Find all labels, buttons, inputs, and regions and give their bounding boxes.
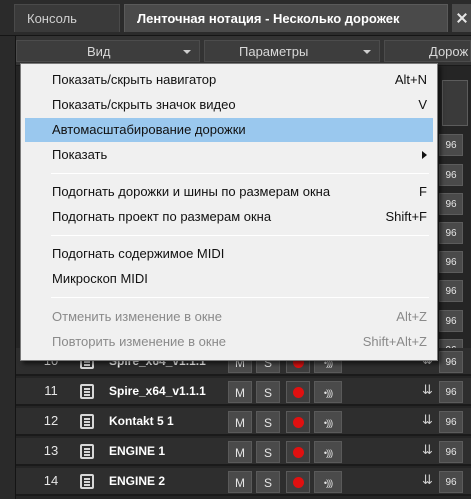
velocity-value[interactable]: 96	[439, 441, 463, 463]
menu-item-label: Подогнать содержимое MIDI	[52, 246, 225, 261]
menu-item-label: Отменить изменение в окне	[52, 309, 222, 324]
velocity-value[interactable]: 96	[439, 164, 463, 186]
menu-item-label: Показать/скрыть значок видео	[52, 97, 236, 112]
input-echo-button[interactable]: •)))	[314, 381, 342, 403]
view-dropdown-menu: Показать/скрыть навигатор Alt+N Показать…	[20, 63, 438, 361]
velocity-value[interactable]: 96	[439, 351, 463, 373]
track-row[interactable]: 11 Spire_x64_v1.1.1 M S •))) ⇊ 96	[16, 378, 471, 406]
solo-button[interactable]: S	[256, 471, 280, 493]
menu-separator	[51, 235, 429, 236]
chevron-down-icon	[363, 50, 371, 54]
menu-item-shortcut: Alt+Z	[396, 309, 427, 324]
instrument-track-icon	[80, 384, 94, 399]
instrument-track-icon	[80, 474, 94, 489]
chevron-right-icon	[422, 151, 427, 159]
expand-icon[interactable]: ⇊	[422, 382, 433, 398]
chevron-down-icon	[183, 50, 191, 54]
view-menubar: Вид Параметры Дорож	[0, 36, 471, 66]
close-icon[interactable]	[452, 4, 471, 32]
menu-item-label: Показать/скрыть навигатор	[52, 72, 217, 87]
menu-item-show[interactable]: Показать	[25, 143, 433, 167]
solo-button[interactable]: S	[256, 441, 280, 463]
input-echo-button[interactable]: •)))	[314, 471, 342, 493]
velocity-value[interactable]: 96	[439, 251, 463, 273]
menu-tracks-label: Дорож	[429, 44, 469, 59]
track-number: 11	[44, 383, 58, 398]
tab-piano-roll[interactable]: Ленточная нотация - Несколько дорожек	[124, 4, 448, 32]
menu-item-fit-midi[interactable]: Подогнать содержимое MIDI	[25, 242, 433, 266]
expand-icon[interactable]: ⇊	[422, 472, 433, 488]
track-number: 12	[43, 413, 59, 428]
menu-item-auto-track-zoom[interactable]: Автомасштабирование дорожки	[25, 118, 433, 142]
velocity-value[interactable]: 96	[439, 471, 463, 493]
expand-icon[interactable]: ⇊	[422, 412, 433, 428]
velocity-value[interactable]: 96	[439, 280, 463, 302]
track-number: 14	[43, 473, 59, 488]
record-arm-button[interactable]	[286, 411, 310, 433]
menu-separator	[51, 297, 429, 298]
expand-icon[interactable]: ⇊	[422, 442, 433, 458]
mute-button[interactable]: M	[228, 411, 252, 433]
menu-item-label: Микроскоп MIDI	[52, 271, 148, 286]
track-row[interactable]: 14 ENGINE 2 M S •))) ⇊ 96	[16, 468, 471, 496]
menu-item-midi-microscope[interactable]: Микроскоп MIDI	[25, 267, 433, 291]
menu-item-redo-view-change[interactable]: Повторить изменение в окне Shift+Alt+Z	[25, 330, 433, 354]
menu-item-toggle-video-thumbnail[interactable]: Показать/скрыть значок видео V	[25, 93, 433, 117]
menu-item-label: Показать	[52, 147, 108, 162]
velocity-value[interactable]: 96	[439, 134, 463, 156]
solo-button[interactable]: S	[256, 411, 280, 433]
input-echo-button[interactable]: •)))	[314, 411, 342, 433]
menu-item-shortcut: Alt+N	[394, 72, 427, 87]
record-arm-button[interactable]	[286, 381, 310, 403]
menu-item-fit-tracks[interactable]: Подогнать дорожки и шины по размерам окн…	[25, 180, 433, 204]
record-arm-button[interactable]	[286, 441, 310, 463]
left-strip	[0, 36, 16, 499]
instrument-track-icon	[80, 414, 94, 429]
menu-item-toggle-navigator[interactable]: Показать/скрыть навигатор Alt+N	[25, 68, 433, 92]
menu-item-shortcut: V	[418, 97, 427, 112]
menu-tracks[interactable]: Дорож	[384, 40, 471, 62]
track-name[interactable]: ENGINE 2	[109, 474, 165, 488]
track-name[interactable]: Kontakt 5 1	[109, 414, 174, 428]
mute-button[interactable]: M	[228, 381, 252, 403]
mute-button[interactable]: M	[228, 471, 252, 493]
velocity-value[interactable]: 96	[439, 193, 463, 215]
menu-item-label: Подогнать дорожки и шины по размерам окн…	[52, 184, 331, 199]
menu-item-shortcut: Shift+Alt+Z	[362, 334, 427, 349]
track-name[interactable]: ENGINE 1	[109, 444, 165, 458]
menu-item-label: Автомасштабирование дорожки	[52, 122, 246, 137]
menu-item-label: Повторить изменение в окне	[52, 334, 226, 349]
tab-bar: Консоль Ленточная нотация - Несколько до…	[0, 0, 471, 36]
menu-view[interactable]: Вид	[16, 40, 200, 62]
velocity-value[interactable]: 96	[439, 411, 463, 433]
menu-params[interactable]: Параметры	[204, 40, 380, 62]
menu-params-label: Параметры	[239, 44, 309, 59]
track-row[interactable]: 12 Kontakt 5 1 M S •))) ⇊ 96	[16, 408, 471, 436]
header-strip	[442, 80, 468, 126]
track-row[interactable]: 13 ENGINE 1 M S •))) ⇊ 96	[16, 438, 471, 466]
menu-separator	[51, 173, 429, 174]
menu-item-shortcut: Shift+F	[385, 209, 427, 224]
velocity-value[interactable]: 96	[439, 310, 463, 332]
menu-view-label: Вид	[87, 44, 111, 59]
tab-console[interactable]: Консоль	[14, 4, 120, 32]
track-number: 13	[43, 443, 59, 458]
solo-button[interactable]: S	[256, 381, 280, 403]
velocity-value[interactable]: 96	[439, 222, 463, 244]
menu-item-undo-view-change[interactable]: Отменить изменение в окне Alt+Z	[25, 305, 433, 329]
track-name[interactable]: Spire_x64_v1.1.1	[109, 384, 206, 398]
record-arm-button[interactable]	[286, 471, 310, 493]
menu-item-label: Подогнать проект по размерам окна	[52, 209, 272, 224]
instrument-track-icon	[80, 444, 94, 459]
menu-item-shortcut: F	[419, 184, 427, 199]
velocity-value[interactable]: 96	[439, 381, 463, 403]
menu-item-fit-project[interactable]: Подогнать проект по размерам окна Shift+…	[25, 205, 433, 229]
mute-button[interactable]: M	[228, 441, 252, 463]
input-echo-button[interactable]: •)))	[314, 441, 342, 463]
